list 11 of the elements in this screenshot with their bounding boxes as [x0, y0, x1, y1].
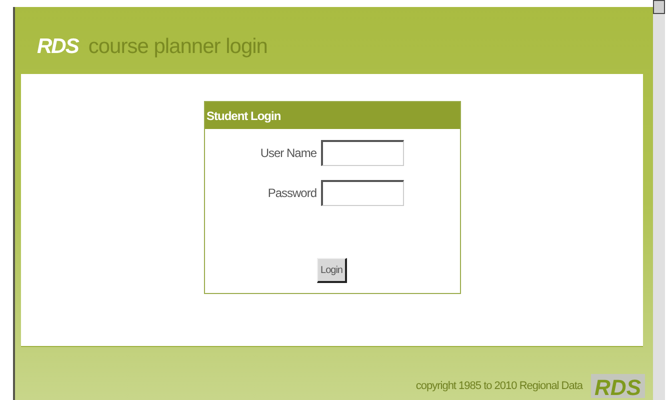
input-field[interactable] — [320, 180, 404, 206]
field-label: User Name — [259, 145, 318, 162]
copyright-text: copyright 1985 to 2010 Regional Data — [416, 379, 583, 394]
scrollbar[interactable] — [653, 0, 665, 400]
scroll-up-icon[interactable] — [653, 0, 665, 14]
footer-logo: RDS — [590, 374, 645, 398]
field-label: Password — [266, 185, 318, 202]
login-button[interactable]: Login — [316, 258, 348, 283]
input-field[interactable] — [320, 140, 404, 166]
panel-title: Student Login — [206, 108, 281, 124]
logo: RDS — [37, 34, 78, 60]
